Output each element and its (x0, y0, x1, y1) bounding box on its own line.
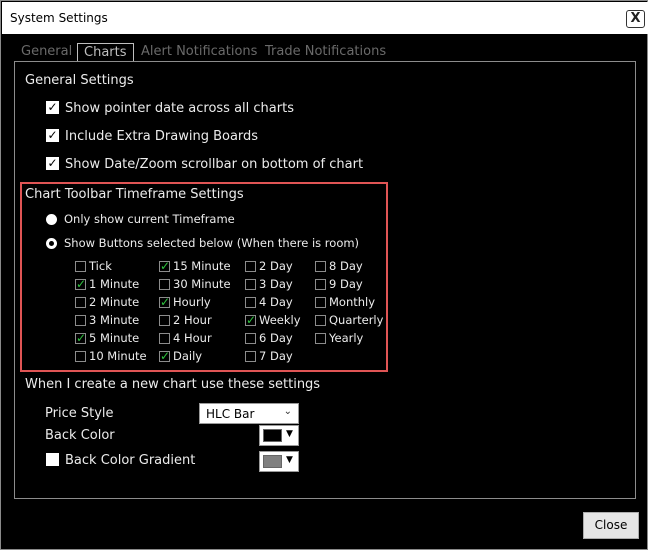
check-icon: ✓ (76, 331, 87, 345)
only-current-timeframe-radio[interactable] (46, 214, 57, 225)
timeframe-8-day-label: 8 Day (329, 259, 363, 273)
timeframe-1-minute-checkbox[interactable]: ✓ (75, 277, 87, 291)
timeframe-daily-label: Daily (173, 349, 203, 363)
chevron-down-icon: ⌄ (283, 406, 292, 417)
timeframe-3-minute-label: 3 Minute (89, 313, 140, 327)
timeframe-5-minute-checkbox[interactable]: ✓ (75, 331, 87, 345)
timeframe-7-day-label: 7 Day (259, 349, 293, 363)
timeframe-10-minute-label: 10 Minute (89, 349, 147, 363)
timeframe-9-day-checkbox[interactable] (315, 279, 326, 290)
extra-drawing-boards-label: Include Extra Drawing Boards (65, 129, 259, 144)
timeframe-30-minute-label: 30 Minute (173, 277, 231, 291)
timeframe-quarterly-label: Quarterly (329, 313, 384, 327)
price-style-label: Price Style (45, 406, 114, 421)
timeframe-3-minute-checkbox[interactable] (75, 315, 86, 326)
timeframe-15-minute-label: 15 Minute (173, 259, 231, 273)
show-buttons-label: Show Buttons selected below (When there … (64, 236, 360, 250)
dropdown-arrow-icon: ▼ (286, 455, 293, 465)
timeframe-4-hour-checkbox[interactable] (159, 333, 170, 344)
tab-charts[interactable]: Charts (77, 43, 134, 62)
timeframe-weekly-label: Weekly (259, 313, 301, 327)
date-zoom-scrollbar-label: Show Date/Zoom scrollbar on bottom of ch… (65, 157, 364, 172)
only-current-timeframe-label: Only show current Timeframe (64, 212, 235, 226)
back-color-label: Back Color (45, 428, 115, 443)
timeframe-yearly-checkbox[interactable] (315, 333, 326, 344)
timeframe-4-hour-label: 4 Hour (173, 331, 212, 345)
timeframe-2-day-label: 2 Day (259, 259, 293, 273)
timeframe-quarterly-checkbox[interactable] (315, 315, 326, 326)
timeframe-yearly-label: Yearly (329, 331, 364, 345)
show-pointer-date-checkbox[interactable]: ✓ (46, 101, 59, 114)
gradient-color-swatch (263, 455, 282, 468)
general-settings-heading: General Settings (25, 73, 134, 88)
window-title: System Settings (10, 11, 108, 25)
timeframe-5-minute-label: 5 Minute (89, 331, 140, 345)
check-icon: ✓ (160, 259, 171, 273)
check-icon: ✓ (76, 277, 87, 291)
new-chart-heading: When I create a new chart use these sett… (25, 377, 321, 392)
back-color-gradient-checkbox[interactable] (46, 453, 59, 466)
show-pointer-date-label: Show pointer date across all charts (65, 101, 294, 116)
back-color-gradient-label: Back Color Gradient (65, 453, 196, 468)
system-settings-dialog: System Settings X General Charts Alert N… (0, 0, 648, 550)
timeframe-tick-label: Tick (89, 259, 112, 273)
tab-alert-notifications[interactable]: Alert Notifications (141, 43, 257, 62)
timeframe-hourly-label: Hourly (173, 295, 211, 309)
timeframe-10-minute-checkbox[interactable] (75, 351, 86, 362)
timeframe-2-hour-label: 2 Hour (173, 313, 212, 327)
timeframe-7-day-checkbox[interactable] (245, 351, 256, 362)
close-button[interactable]: Close (583, 512, 639, 539)
timeframe-settings-heading: Chart Toolbar Timeframe Settings (25, 187, 244, 202)
timeframe-1-minute-label: 1 Minute (89, 277, 140, 291)
price-style-value: HLC Bar (206, 407, 255, 421)
price-style-select[interactable]: HLC Bar ⌄ (199, 403, 299, 424)
check-icon: ✓ (246, 313, 257, 327)
timeframe-weekly-checkbox[interactable]: ✓ (245, 313, 257, 327)
timeframe-3-day-checkbox[interactable] (245, 279, 256, 290)
gradient-color-picker[interactable]: ▼ (259, 451, 299, 472)
timeframe-monthly-label: Monthly (329, 295, 376, 309)
timeframe-2-minute-checkbox[interactable] (75, 297, 86, 308)
timeframe-2-hour-checkbox[interactable] (159, 315, 170, 326)
check-icon: ✓ (160, 349, 171, 363)
timeframe-4-day-checkbox[interactable] (245, 297, 256, 308)
check-icon: ✓ (160, 295, 171, 309)
timeframe-3-day-label: 3 Day (259, 277, 293, 291)
tab-trade-notifications[interactable]: Trade Notifications (265, 43, 386, 62)
timeframe-daily-checkbox[interactable]: ✓ (159, 349, 171, 363)
timeframe-30-minute-checkbox[interactable] (159, 279, 170, 290)
timeframe-4-day-label: 4 Day (259, 295, 293, 309)
timeframe-9-day-label: 9 Day (329, 277, 363, 291)
dropdown-arrow-icon: ▼ (286, 429, 293, 439)
timeframe-2-day-checkbox[interactable] (245, 261, 256, 272)
date-zoom-scrollbar-checkbox[interactable]: ✓ (46, 157, 59, 170)
timeframe-2-minute-label: 2 Minute (89, 295, 140, 309)
timeframe-tick-checkbox[interactable] (75, 261, 86, 272)
close-icon[interactable]: X (626, 10, 645, 28)
back-color-picker[interactable]: ▼ (259, 425, 299, 446)
back-color-swatch (263, 429, 282, 442)
tab-general[interactable]: General (21, 43, 72, 62)
timeframe-hourly-checkbox[interactable]: ✓ (159, 295, 171, 309)
timeframe-15-minute-checkbox[interactable]: ✓ (159, 259, 171, 273)
timeframe-6-day-label: 6 Day (259, 331, 293, 345)
show-buttons-radio[interactable] (46, 238, 57, 249)
timeframe-8-day-checkbox[interactable] (315, 261, 326, 272)
title-bar: System Settings X (2, 2, 648, 34)
extra-drawing-boards-checkbox[interactable]: ✓ (46, 129, 59, 142)
timeframe-monthly-checkbox[interactable] (315, 297, 326, 308)
timeframe-6-day-checkbox[interactable] (245, 333, 256, 344)
